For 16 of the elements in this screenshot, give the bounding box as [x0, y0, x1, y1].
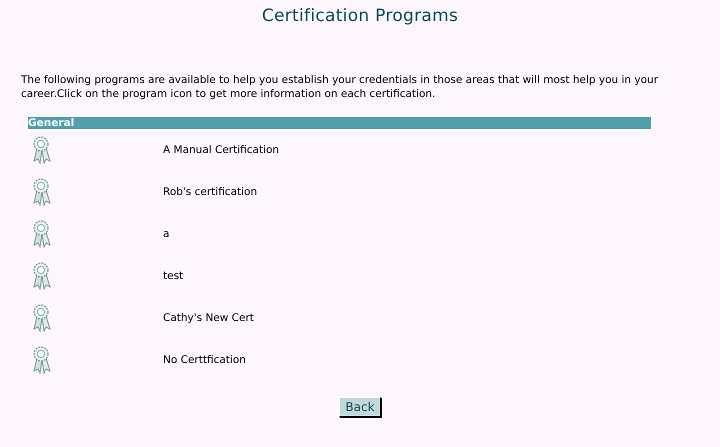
program-name: a: [163, 228, 170, 240]
intro-text: The following programs are available to help you establish your credentials in those areas that will most help you in your career.Click on the program icon to get more information on each certification.: [21, 73, 660, 101]
ribbon-award-icon[interactable]: [31, 136, 53, 164]
page-title: Certification Programs: [262, 6, 458, 26]
ribbon-award-icon[interactable]: [31, 178, 53, 206]
section-header: General: [28, 117, 651, 129]
back-button[interactable]: Back: [339, 397, 381, 417]
ribbon-award-icon[interactable]: [31, 346, 53, 374]
program-name: test: [163, 270, 184, 282]
program-name: Cathy's New Cert: [163, 312, 254, 324]
ribbon-award-icon[interactable]: [31, 262, 53, 290]
program-name: No Certtfication: [163, 354, 246, 366]
ribbon-award-icon[interactable]: [31, 304, 53, 332]
program-name: Rob's certification: [163, 186, 258, 198]
program-name: A Manual Certification: [163, 144, 280, 156]
ribbon-award-icon[interactable]: [31, 220, 53, 248]
